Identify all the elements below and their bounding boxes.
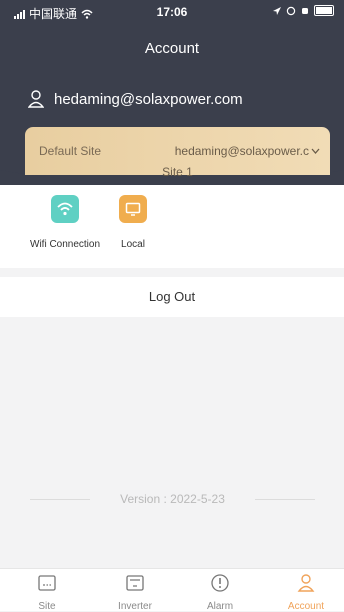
site-name: Site 1 xyxy=(162,165,193,179)
version-divider-left xyxy=(30,499,90,500)
tab-account-label: Account xyxy=(287,601,325,612)
chevron-down-icon xyxy=(311,148,320,154)
battery-icon xyxy=(314,5,334,16)
site-email: hedaming@solaxpower.c xyxy=(174,144,309,158)
monitor-icon xyxy=(119,195,147,223)
tab-site-label: Site xyxy=(38,601,56,612)
wifi-icon xyxy=(51,195,79,223)
user-account-row[interactable]: hedaming@solaxpower.com xyxy=(28,90,243,108)
local-tool[interactable]: Local xyxy=(98,195,168,250)
rotation-lock-icon xyxy=(286,6,296,15)
alarm-clock-icon xyxy=(302,7,308,14)
default-site-label: Default Site xyxy=(39,144,102,158)
site-icon xyxy=(38,575,56,591)
bottom-tab-bar: Site Inverter Alarm Account xyxy=(0,568,344,612)
tab-alarm-label: Alarm xyxy=(206,601,234,612)
local-label: Local xyxy=(121,239,145,250)
default-site-card[interactable]: Default Site hedaming@solaxpower.c Site … xyxy=(25,127,330,179)
account-icon xyxy=(297,574,315,592)
tab-alarm[interactable]: Alarm xyxy=(190,573,250,612)
version-info: Version : 2022-5-23 xyxy=(30,492,315,506)
wifi-connection-label: Wifi Connection xyxy=(30,239,101,250)
version-text: Version : 2022-5-23 xyxy=(120,492,225,506)
user-icon xyxy=(28,90,44,108)
location-icon xyxy=(273,6,281,15)
inverter-icon xyxy=(126,575,144,591)
page-title: Account xyxy=(144,40,200,57)
tab-site[interactable]: Site xyxy=(17,573,77,612)
tab-inverter-label: Inverter xyxy=(118,601,152,612)
alarm-icon xyxy=(211,574,229,592)
logout-button[interactable]: Log Out xyxy=(0,277,344,317)
version-divider-right xyxy=(255,499,315,500)
user-email: hedaming@solaxpower.com xyxy=(54,90,243,108)
tools-section: Wifi Connection Local xyxy=(0,185,344,268)
status-bar: 中国联通 17:06 xyxy=(0,0,344,22)
tab-account[interactable]: Account xyxy=(276,573,336,612)
wifi-connection-tool[interactable]: Wifi Connection xyxy=(30,195,100,250)
tab-inverter[interactable]: Inverter xyxy=(105,573,165,612)
site-selector[interactable]: hedaming@solaxpower.c xyxy=(175,144,320,158)
